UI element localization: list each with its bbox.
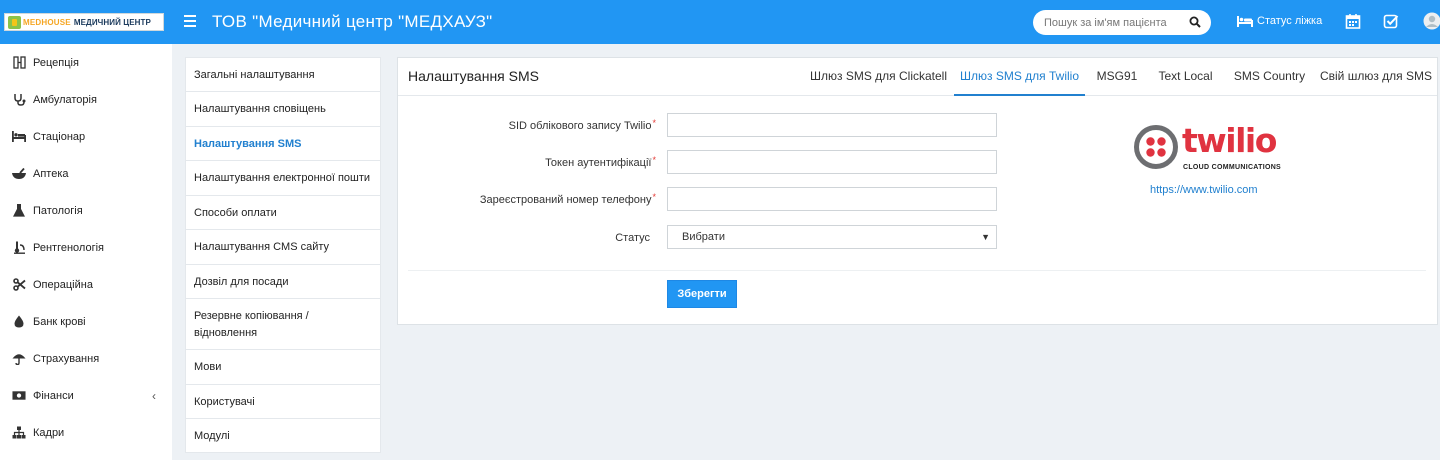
- logo-brand: MEDHOUSE: [23, 17, 71, 27]
- money-icon: [12, 389, 26, 403]
- calendar-icon[interactable]: [1345, 13, 1361, 29]
- twilio-wordmark: twilio: [1182, 121, 1277, 160]
- menu-item-users[interactable]: Користувачі: [186, 385, 380, 419]
- app-logo[interactable]: MEDHOUSE МЕДИЧНИЙ ЦЕНТР: [4, 13, 164, 31]
- bed-status-label: Статус ліжка: [1257, 15, 1323, 27]
- top-bar: MEDHOUSE МЕДИЧНИЙ ЦЕНТР ТОВ "Медичний це…: [0, 0, 1440, 44]
- blood-drop-icon: [12, 315, 26, 329]
- menu-item-languages[interactable]: Мови: [186, 350, 380, 385]
- auth-token-label: Токен аутентифікації*: [545, 155, 656, 169]
- tab-sms-country[interactable]: SMS Country: [1222, 58, 1317, 96]
- sidebar-item-label: Банк крові: [33, 315, 86, 328]
- sidebar-item-pharmacy[interactable]: Аптека: [0, 155, 172, 192]
- tab-twilio[interactable]: Шлюз SMS для Twilio: [954, 58, 1085, 96]
- required-mark: *: [652, 192, 656, 202]
- sidebar-item-outpatient[interactable]: Амбулаторія: [0, 81, 172, 118]
- org-chart-icon: [12, 426, 26, 440]
- sidebar-item-reception[interactable]: Рецепція: [0, 44, 172, 81]
- sidebar-item-label: Страхування: [33, 352, 100, 365]
- status-select[interactable]: Вибрати ▼: [667, 225, 997, 249]
- twilio-tagline: CLOUD COMMUNICATIONS: [1183, 164, 1282, 171]
- twilio-circle-icon: [1134, 125, 1178, 169]
- sidebar-item-label: Патологія: [33, 204, 83, 217]
- menu-item-sms-settings[interactable]: Налаштування SMS: [186, 127, 380, 161]
- sidebar-item-label: Фінанси: [33, 389, 74, 402]
- sidebar-item-label: Кадри: [33, 426, 65, 439]
- menu-icon[interactable]: [184, 15, 196, 27]
- twilio-logo: twilio CLOUD COMMUNICATIONS: [1134, 121, 1286, 173]
- organization-title: ТОВ "Медичний центр "МЕДХАУЗ": [212, 12, 493, 31]
- sidebar-item-label: Операційна: [33, 278, 93, 291]
- auth-token-input[interactable]: [667, 150, 997, 174]
- sidebar-item-label: Аптека: [33, 167, 69, 180]
- sidebar-item-pathology[interactable]: Патологія: [0, 192, 172, 229]
- form-divider: [408, 270, 1426, 271]
- stethoscope-icon: [12, 93, 26, 107]
- menu-item-general-settings[interactable]: Загальні налаштування: [186, 58, 380, 92]
- sidebar-item-operating[interactable]: Операційна: [0, 266, 172, 303]
- reception-icon: [12, 56, 26, 70]
- sidebar-item-insurance[interactable]: Страхування: [0, 340, 172, 377]
- tab-msg91[interactable]: MSG91: [1085, 58, 1149, 96]
- status-select-value: Вибрати: [682, 231, 725, 243]
- sidebar-item-label: Рентгенологія: [33, 241, 104, 254]
- tab-text-local[interactable]: Text Local: [1149, 58, 1222, 96]
- bed-icon: [1237, 16, 1253, 27]
- menu-item-role-permissions[interactable]: Дозвіл для посади: [186, 265, 380, 299]
- menu-item-backup-restore[interactable]: Резервне копіювання / відновлення: [186, 299, 380, 350]
- required-mark: *: [652, 155, 656, 165]
- mortar-icon: [12, 167, 26, 181]
- panel-title: Налаштування SMS: [408, 68, 539, 84]
- bed-status-button[interactable]: Статус ліжка: [1237, 15, 1322, 27]
- bed-icon: [12, 130, 26, 144]
- sidebar-item-finance[interactable]: Фінанси ‹: [0, 377, 172, 414]
- sid-label: SID облікового запису Twilio*: [508, 118, 656, 132]
- menu-item-email-settings[interactable]: Налаштування електронної пошти: [186, 161, 380, 196]
- logo-name: МЕДИЧНИЙ ЦЕНТР: [73, 17, 151, 27]
- required-mark: *: [652, 118, 656, 128]
- menu-item-notification-settings[interactable]: Налаштування сповіщень: [186, 92, 380, 127]
- sidebar-item-label: Рецепція: [33, 56, 79, 69]
- sidebar-item-label: Амбулаторія: [33, 93, 97, 106]
- user-avatar-icon[interactable]: [1423, 12, 1440, 30]
- menu-item-payment-methods[interactable]: Способи оплати: [186, 196, 380, 230]
- status-label: Статус: [615, 232, 650, 244]
- checkbox-icon[interactable]: [1383, 13, 1399, 29]
- sidebar-item-label: Стаціонар: [33, 130, 86, 143]
- menu-item-modules[interactable]: Модулі: [186, 419, 380, 453]
- sidebar-item-inpatient[interactable]: Стаціонар: [0, 118, 172, 155]
- logo-mark-icon: [8, 15, 21, 29]
- radiology-icon: [12, 241, 26, 255]
- umbrella-icon: [12, 352, 26, 366]
- menu-item-cms-settings[interactable]: Налаштування CMS сайту: [186, 230, 380, 265]
- main-sidebar: Рецепція Амбулаторія Стаціонар Аптека Па…: [0, 44, 172, 460]
- sidebar-item-radiology[interactable]: Рентгенологія: [0, 229, 172, 266]
- sms-gateway-tabs: Налаштування SMS Шлюз SMS для Clickatell…: [398, 58, 1437, 96]
- scissors-icon: [12, 278, 26, 292]
- phone-number-label: Зареєстрований номер телефону*: [479, 192, 656, 206]
- sidebar-item-blood-bank[interactable]: Банк крові: [0, 303, 172, 340]
- twilio-sid-input[interactable]: [667, 113, 997, 137]
- settings-menu: Загальні налаштування Налаштування спові…: [185, 57, 381, 453]
- sms-settings-panel: Налаштування SMS Шлюз SMS для Clickatell…: [397, 57, 1438, 325]
- patient-search-input[interactable]: [1033, 10, 1178, 35]
- tab-clickatell[interactable]: Шлюз SMS для Clickatell: [803, 58, 954, 96]
- search-icon[interactable]: [1189, 16, 1201, 28]
- flask-icon: [12, 204, 26, 218]
- phone-number-input[interactable]: [667, 187, 997, 211]
- save-button[interactable]: Зберегти: [667, 280, 737, 308]
- caret-down-icon: ▼: [981, 232, 990, 242]
- chevron-left-icon[interactable]: ‹: [152, 389, 156, 403]
- tab-custom-gateway[interactable]: Свій шлюз для SMS: [1317, 58, 1435, 96]
- sidebar-item-hr[interactable]: Кадри: [0, 414, 172, 451]
- twilio-website-link[interactable]: https://www.twilio.com: [1150, 184, 1258, 196]
- patient-search: [1033, 10, 1211, 35]
